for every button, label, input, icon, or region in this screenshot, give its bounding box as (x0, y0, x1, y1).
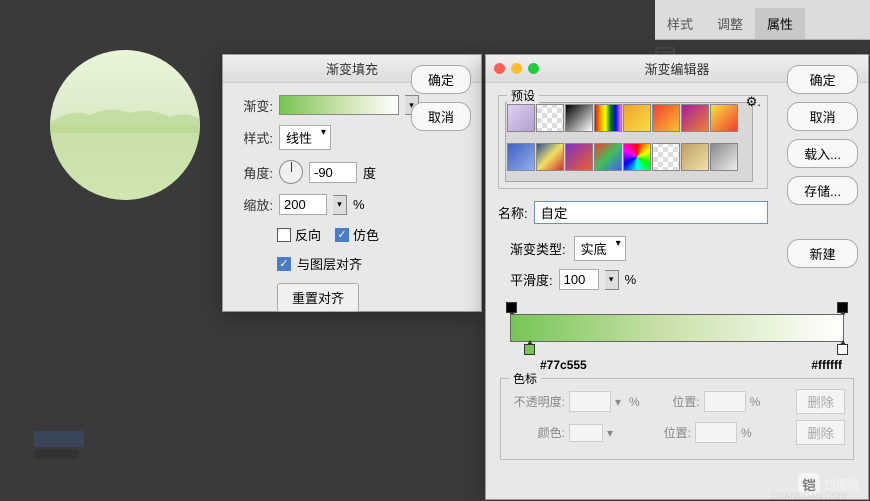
color-field-label: 颜色: (509, 424, 565, 441)
watermark-text: 铠图网 (824, 476, 860, 493)
gradient-editor-save-button[interactable]: 存储... (787, 176, 858, 205)
gradient-type-label: 渐变类型: (510, 239, 566, 258)
gradient-preview-swatch[interactable] (279, 95, 399, 115)
smoothness-dropdown-arrow[interactable]: ▾ (605, 270, 619, 290)
preset-swatch[interactable] (681, 143, 709, 171)
dither-checkbox[interactable] (335, 228, 349, 242)
gradient-editor-new-button[interactable]: 新建 (787, 239, 858, 268)
reset-align-button[interactable]: 重置对齐 (277, 283, 359, 312)
preset-swatch[interactable] (536, 104, 564, 132)
panel-tabs: 样式 调整 属性 (655, 0, 870, 40)
scale-dropdown-arrow[interactable]: ▾ (333, 195, 347, 215)
color-stop-left[interactable] (524, 344, 535, 355)
tab-style[interactable]: 样式 (655, 8, 705, 39)
preset-swatch[interactable] (681, 104, 709, 132)
gradient-fill-title: 渐变填充 (326, 59, 378, 78)
tab-properties[interactable]: 属性 (755, 8, 805, 39)
color-left-hex: #77c555 (540, 358, 587, 372)
dither-label: 仿色 (353, 225, 379, 244)
preset-swatch[interactable] (623, 143, 651, 171)
preset-swatch[interactable] (565, 143, 593, 171)
reverse-checkbox[interactable] (277, 228, 291, 242)
gradient-fill-ok-button[interactable]: 确定 (411, 65, 471, 94)
window-controls (494, 63, 539, 74)
color-delete-button: 删除 (796, 420, 845, 445)
scale-label: 缩放: (235, 195, 273, 214)
reverse-label: 反向 (295, 225, 321, 244)
color-stops-track[interactable]: #77c555 #ffffff (510, 342, 844, 360)
preset-grid[interactable] (505, 102, 753, 182)
gradient-editor-load-button[interactable]: 载入... (787, 139, 858, 168)
watermark-url: DDANDDAN.COM (771, 491, 846, 501)
angle-dial[interactable] (279, 160, 303, 184)
gradient-circle-preview (50, 50, 200, 200)
chevron-down-icon: ▾ (615, 395, 625, 409)
angle-input[interactable] (309, 162, 357, 183)
opacity-position-label: 位置: (644, 393, 700, 410)
chevron-down-icon: ▾ (607, 426, 617, 440)
angle-label: 角度: (235, 163, 273, 182)
gradient-editor-cancel-button[interactable]: 取消 (787, 102, 858, 131)
gradient-editor-dialog: 渐变编辑器 确定 取消 载入... 存储... 新建 预设 ⚙. (485, 54, 869, 500)
minimize-window-button[interactable] (511, 63, 522, 74)
preset-swatch[interactable] (565, 104, 593, 132)
gradient-type-select[interactable]: 实底 (574, 236, 626, 261)
scale-input[interactable] (279, 194, 327, 215)
opacity-position-field (704, 391, 746, 412)
gradient-label: 渐变: (235, 96, 273, 115)
preset-swatch[interactable] (507, 143, 535, 171)
gradient-editor-ok-button[interactable]: 确定 (787, 65, 858, 94)
smoothness-label: 平滑度: (510, 270, 553, 289)
gradient-fill-cancel-button[interactable]: 取消 (411, 102, 471, 131)
preset-swatch[interactable] (652, 143, 680, 171)
preset-swatch[interactable] (536, 143, 564, 171)
preset-swatch[interactable] (710, 143, 738, 171)
bottom-left-mark (34, 431, 84, 461)
color-position-label: 位置: (635, 424, 691, 441)
opacity-stop-right[interactable] (837, 302, 848, 313)
preset-swatch[interactable] (507, 104, 535, 132)
stops-section-label: 色标 (509, 370, 541, 387)
presets-label: 预设 (507, 87, 539, 104)
color-stop-right[interactable] (837, 344, 848, 355)
gradient-name-input[interactable] (534, 201, 768, 224)
mountain-silhouette (50, 103, 200, 133)
gradient-bar[interactable] (510, 314, 844, 342)
opacity-stops-track[interactable] (510, 300, 844, 314)
color-swatch (569, 424, 603, 442)
opacity-field-label: 不透明度: (509, 393, 565, 410)
tab-adjustments[interactable]: 调整 (705, 8, 755, 39)
preset-swatch[interactable] (594, 104, 622, 132)
color-position-field (695, 422, 737, 443)
watermark: 铠 铠图网 DDANDDAN.COM (798, 473, 860, 495)
canvas-area (0, 0, 220, 501)
gradient-editor-title: 渐变编辑器 (644, 59, 709, 78)
angle-unit: 度 (363, 163, 376, 182)
gradient-fill-dialog: 渐变填充 确定 取消 渐变: ▾ 样式: 线性 角度: 度 缩放: ▾ % (222, 54, 482, 312)
smoothness-input[interactable] (559, 269, 599, 290)
style-select[interactable]: 线性 (279, 125, 331, 150)
preset-swatch[interactable] (594, 143, 622, 171)
align-label: 与图层对齐 (297, 254, 362, 273)
preset-swatch[interactable] (623, 104, 651, 132)
opacity-stop-left[interactable] (506, 302, 517, 313)
style-label: 样式: (235, 128, 273, 147)
opacity-delete-button: 删除 (796, 389, 845, 414)
color-right-hex: #ffffff (811, 358, 842, 372)
preset-swatch[interactable] (652, 104, 680, 132)
name-label: 名称: (498, 203, 528, 222)
close-window-button[interactable] (494, 63, 505, 74)
preset-swatch[interactable] (710, 104, 738, 132)
align-checkbox[interactable] (277, 257, 291, 271)
maximize-window-button[interactable] (528, 63, 539, 74)
scale-unit: % (353, 197, 365, 212)
smoothness-unit: % (625, 272, 637, 287)
opacity-field (569, 391, 611, 412)
presets-menu-gear-icon[interactable]: ⚙. (746, 94, 761, 110)
